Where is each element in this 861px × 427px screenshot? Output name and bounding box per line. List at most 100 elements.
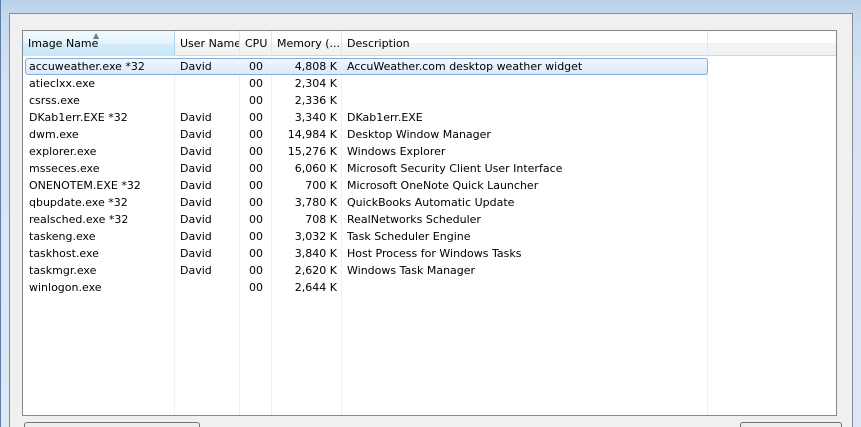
user-name-cell	[180, 92, 244, 109]
column-header-row: Image Name ▲ User Name CPU Memory (... D…	[23, 31, 836, 56]
cpu-cell: 00	[249, 281, 263, 294]
column-header-memory[interactable]: Memory (...	[272, 31, 342, 56]
column-header-image-name[interactable]: Image Name ▲	[23, 31, 175, 56]
process-row[interactable]: accuweather.exe *32 David 00 4,808 K AccuWea…	[23, 58, 836, 75]
column-header-filler	[708, 31, 836, 56]
cpu-cell: 00	[249, 60, 263, 73]
memory-cell: 3,340 K	[294, 111, 337, 124]
user-name-cell: David	[180, 213, 212, 226]
image-name-cell: dwm.exe	[29, 128, 79, 141]
memory-cell: 2,304 K	[294, 77, 337, 90]
image-name-cell: taskhost.exe	[29, 247, 99, 260]
user-name-cell	[180, 279, 244, 296]
memory-cell: 708 K	[305, 213, 337, 226]
description-cell: DKab1err.EXE	[347, 111, 423, 124]
memory-cell: 2,644 K	[294, 281, 337, 294]
description-cell: QuickBooks Automatic Update	[347, 196, 515, 209]
memory-cell: 3,780 K	[294, 196, 337, 209]
memory-cell: 700 K	[305, 179, 337, 192]
cpu-cell: 00	[249, 94, 263, 107]
process-row[interactable]: winlogon.exe 00 2,644 K	[23, 279, 836, 296]
image-name-cell: taskeng.exe	[29, 230, 96, 243]
image-name-cell: DKab1err.EXE *32	[29, 111, 128, 124]
column-header-label: Description	[347, 37, 410, 50]
memory-cell: 4,808 K	[294, 60, 337, 73]
image-name-cell: ONENOTEM.EXE *32	[29, 179, 141, 192]
user-name-cell: David	[180, 111, 212, 124]
description-cell	[347, 92, 707, 109]
process-row[interactable]: realsched.exe *32 David 00 708 K RealNetwork…	[23, 211, 836, 228]
image-name-cell: winlogon.exe	[29, 281, 102, 294]
sort-ascending-icon: ▲	[93, 31, 100, 40]
column-header-label: Image Name	[28, 37, 99, 50]
user-name-cell: David	[180, 128, 212, 141]
user-name-cell: David	[180, 179, 212, 192]
memory-cell: 3,840 K	[294, 247, 337, 260]
user-name-cell: David	[180, 60, 212, 73]
process-row[interactable]: ONENOTEM.EXE *32 David 00 700 K Microsoft On…	[23, 177, 836, 194]
column-header-label: Memory (...	[277, 37, 341, 50]
cpu-cell: 00	[249, 145, 263, 158]
user-name-cell: David	[180, 145, 212, 158]
show-processes-from-all-users-button[interactable]	[24, 422, 200, 427]
image-name-cell: realsched.exe *32	[29, 213, 129, 226]
cpu-cell: 00	[249, 179, 263, 192]
image-name-cell: msseces.exe	[29, 162, 100, 175]
memory-cell: 3,032 K	[294, 230, 337, 243]
description-cell: Host Process for Windows Tasks	[347, 247, 522, 260]
cpu-cell: 00	[249, 264, 263, 277]
description-cell: Microsoft OneNote Quick Launcher	[347, 179, 539, 192]
memory-cell: 14,984 K	[287, 128, 337, 141]
description-cell: Windows Task Manager	[347, 264, 476, 277]
column-header-description[interactable]: Description	[342, 31, 708, 56]
user-name-cell	[180, 75, 244, 92]
cpu-cell: 00	[249, 111, 263, 124]
image-name-cell: qbupdate.exe *32	[29, 196, 128, 209]
description-cell: RealNetworks Scheduler	[347, 213, 481, 226]
description-cell: Task Scheduler Engine	[347, 230, 471, 243]
memory-cell: 2,620 K	[294, 264, 337, 277]
cpu-cell: 00	[249, 230, 263, 243]
image-name-cell: taskmgr.exe	[29, 264, 97, 277]
description-cell: AccuWeather.com desktop weather widget	[347, 60, 583, 73]
image-name-cell: atieclxx.exe	[29, 77, 96, 90]
cpu-cell: 00	[249, 247, 263, 260]
user-name-cell: David	[180, 247, 212, 260]
user-name-cell: David	[180, 162, 212, 175]
process-row[interactable]: DKab1err.EXE *32 David 00 3,340 K DKab1err.E…	[23, 109, 836, 126]
cpu-cell: 00	[249, 196, 263, 209]
description-cell: Desktop Window Manager	[347, 128, 491, 141]
process-row[interactable]: taskmgr.exe David 00 2,620 K Windows Task Ma…	[23, 262, 836, 279]
description-cell	[347, 75, 707, 92]
cpu-cell: 00	[249, 213, 263, 226]
process-row[interactable]: taskeng.exe David 00 3,032 K Task Scheduler …	[23, 228, 836, 245]
process-row[interactable]: explorer.exe David 00 15,276 K Windows Explo…	[23, 143, 836, 160]
description-cell: Windows Explorer	[347, 145, 446, 158]
process-row[interactable]: qbupdate.exe *32 David 00 3,780 K QuickBooks…	[23, 194, 836, 211]
cpu-cell: 00	[249, 128, 263, 141]
column-header-label: CPU	[245, 37, 268, 50]
description-cell	[347, 279, 707, 296]
cpu-cell: 00	[249, 162, 263, 175]
user-name-cell: David	[180, 230, 212, 243]
process-row[interactable]: taskhost.exe David 00 3,840 K Host Process f…	[23, 245, 836, 262]
process-row[interactable]: csrss.exe 00 2,336 K	[23, 92, 836, 109]
column-header-label: User Name	[180, 37, 240, 50]
memory-cell: 6,060 K	[294, 162, 337, 175]
image-name-cell: explorer.exe	[29, 145, 97, 158]
process-row[interactable]: dwm.exe David 00 14,984 K Desktop Window Man…	[23, 126, 836, 143]
description-cell: Microsoft Security Client User Interface	[347, 162, 563, 175]
image-name-cell: csrss.exe	[29, 94, 80, 107]
memory-cell: 15,276 K	[287, 145, 337, 158]
user-name-cell: David	[180, 196, 212, 209]
image-name-cell: accuweather.exe *32	[29, 60, 145, 73]
process-row[interactable]: msseces.exe David 00 6,060 K Microsoft Secur…	[23, 160, 836, 177]
process-list[interactable]: Image Name ▲ User Name CPU Memory (... D…	[22, 30, 837, 416]
column-header-cpu[interactable]: CPU	[240, 31, 272, 56]
end-process-button[interactable]	[740, 422, 842, 427]
column-header-user-name[interactable]: User Name	[175, 31, 240, 56]
cpu-cell: 00	[249, 77, 263, 90]
memory-cell: 2,336 K	[294, 94, 337, 107]
user-name-cell: David	[180, 264, 212, 277]
process-row[interactable]: atieclxx.exe 00 2,304 K	[23, 75, 836, 92]
